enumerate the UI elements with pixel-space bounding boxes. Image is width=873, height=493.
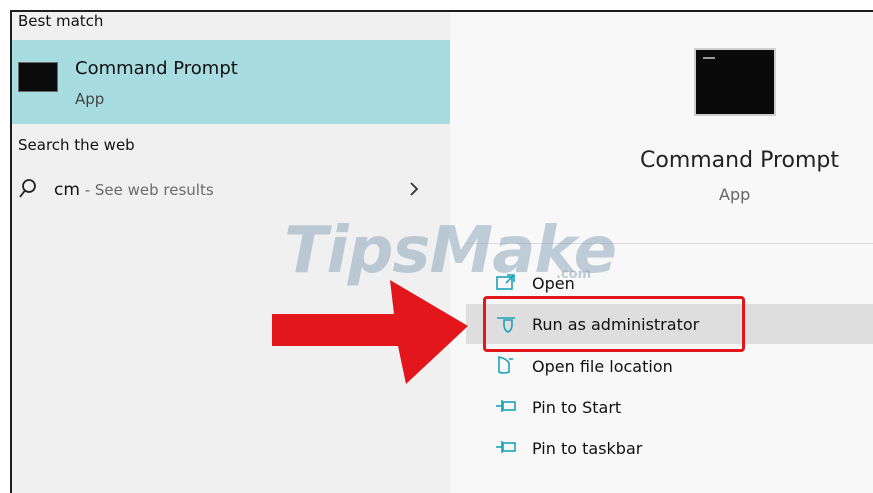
annotation-highlight-box xyxy=(483,296,745,352)
action-pin-to-start[interactable] xyxy=(466,387,873,427)
action-pin-to-start-label: Pin to Start xyxy=(532,398,622,417)
web-result-suffix: - See web results xyxy=(79,181,214,199)
action-pin-to-taskbar-label: Pin to taskbar xyxy=(532,439,643,458)
best-match-heading: Best match xyxy=(18,12,104,30)
command-prompt-icon xyxy=(18,62,58,92)
action-pin-to-taskbar[interactable] xyxy=(466,429,873,469)
app-title: Command Prompt xyxy=(640,148,839,173)
pin-icon xyxy=(496,441,516,453)
watermark-suffix: .com xyxy=(556,267,592,282)
search-icon xyxy=(19,179,36,198)
search-web-heading: Search the web xyxy=(18,136,135,154)
pin-icon xyxy=(496,400,516,412)
best-match-item[interactable] xyxy=(12,40,450,124)
web-query: cm xyxy=(54,180,80,200)
annotation-arrow-icon xyxy=(272,280,468,384)
web-result-text: cm - See web results xyxy=(54,180,214,200)
command-prompt-large-icon xyxy=(694,48,776,116)
folder-icon xyxy=(498,355,513,374)
best-match-title: Command Prompt xyxy=(75,58,238,79)
action-open-file-location-label: Open file location xyxy=(532,357,673,376)
chevron-right-icon[interactable] xyxy=(407,178,421,200)
app-subtitle: App xyxy=(719,185,751,204)
best-match-subtitle: App xyxy=(75,90,105,108)
